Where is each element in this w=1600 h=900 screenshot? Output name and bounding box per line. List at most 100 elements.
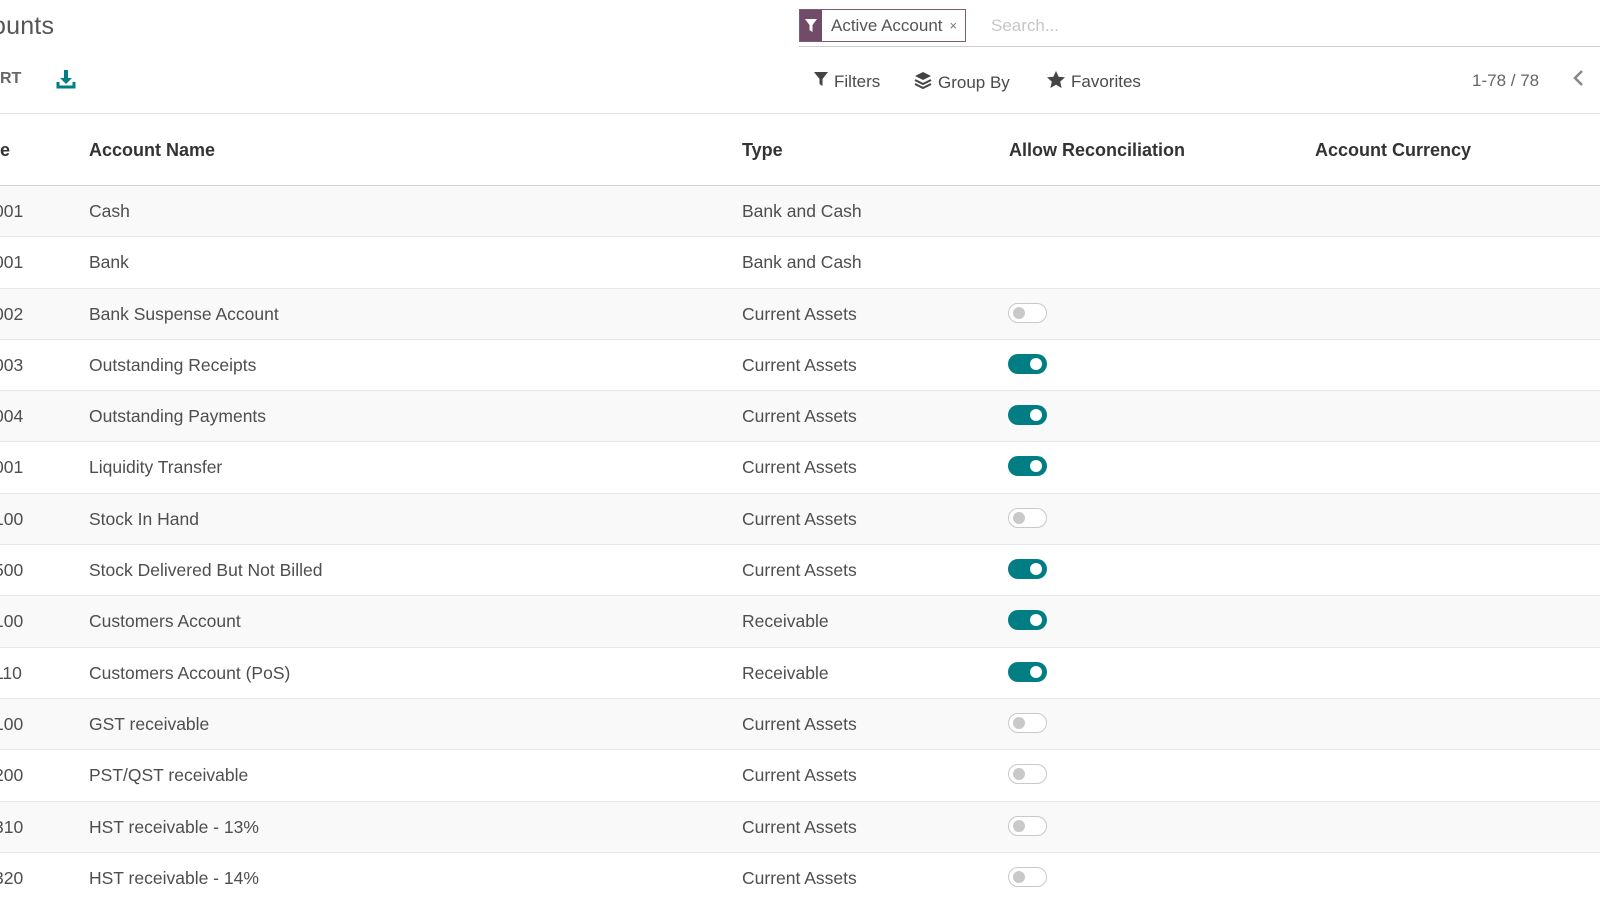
toggle-knob [1030,409,1042,422]
search-input[interactable] [991,13,1551,39]
allow-reconciliation-toggle[interactable] [1008,559,1047,580]
allow-reconciliation-toggle[interactable] [1008,302,1047,323]
table-row[interactable]: 001 Liquidity Transfer Current Assets [0,442,1600,494]
account-type: Current Assets [742,560,857,581]
account-code: 110 [0,662,22,683]
account-code: 001 [0,457,24,478]
column-header-account-currency[interactable]: Account Currency [1315,140,1471,161]
table-row[interactable]: 004 Outstanding Payments Current Assets [0,391,1600,443]
table-row[interactable]: 110 Customers Account (PoS) Receivable [0,648,1600,699]
toggle-knob [1013,870,1025,883]
account-type: Receivable [742,611,829,632]
account-type: Current Assets [742,867,857,888]
page-title: ounts [0,12,55,40]
table-row[interactable]: 310 HST receivable - 13% Current Assets [0,801,1600,853]
account-name: Stock Delivered But Not Billed [89,560,323,581]
account-name: HST receivable - 13% [89,816,259,837]
account-code: 100 [0,713,24,734]
account-name: Outstanding Receipts [89,354,257,375]
allow-reconciliation-toggle[interactable] [1008,764,1047,785]
toggle-knob [1013,819,1025,832]
layers-icon [914,71,938,94]
account-type: Current Assets [742,457,857,478]
table-row[interactable]: 100 GST receivable Current Assets [0,698,1600,751]
pager-value[interactable]: 1-78 / 78 [1472,71,1539,91]
filters-button[interactable]: Filters [814,71,880,92]
account-code: 310 [0,816,24,837]
allow-reconciliation-toggle[interactable] [1008,610,1047,631]
account-type: Bank and Cash [742,201,862,221]
search-facet-label: Active Account [831,15,943,35]
allow-reconciliation-toggle[interactable] [1008,456,1047,477]
account-type: Current Assets [742,508,857,529]
star-icon [1047,71,1071,93]
account-type: Current Assets [742,765,857,786]
account-name: Customers Account (PoS) [89,662,291,683]
account-code: 001 [0,252,24,273]
account-code: 100 [0,611,24,632]
account-name: PST/QST receivable [89,765,249,786]
toggle-knob [1030,665,1042,678]
toggle-knob [1013,306,1025,319]
toggle-knob [1013,511,1025,524]
account-name: HST receivable - 14% [89,867,259,888]
account-code: 003 [0,354,24,375]
toggle-knob [1013,716,1025,729]
close-icon[interactable]: × [950,18,966,33]
table-row[interactable]: 200 PST/QST receivable Current Assets [0,750,1600,802]
table-row[interactable]: 100 Stock In Hand Current Assets [0,493,1600,546]
toggle-knob [1013,768,1025,781]
column-header-account-name[interactable]: Account Name [89,140,215,161]
account-code: 002 [0,303,24,324]
account-name: Customers Account [89,611,241,632]
account-name: Liquidity Transfer [89,457,223,478]
allow-reconciliation-toggle[interactable] [1008,353,1047,374]
search-facet: Active Account × [799,9,967,42]
account-type: Bank and Cash [742,252,862,273]
export-button[interactable]: RT [0,70,21,88]
group-by-label: Group By [938,72,1010,92]
table-row[interactable]: 320 HST receivable - 14% Current Assets [0,853,1600,900]
account-name: Outstanding Payments [89,406,267,427]
column-header-type[interactable]: Type [742,140,783,161]
allow-reconciliation-toggle[interactable] [1008,405,1047,426]
table-row[interactable]: 100 Customers Account Receivable [0,596,1600,648]
allow-reconciliation-toggle[interactable] [1008,507,1047,528]
allow-reconciliation-toggle[interactable] [1008,661,1047,682]
search-bar: Active Account × [799,9,1600,47]
account-name: Stock In Hand [89,508,199,529]
table-row[interactable]: 002 Bank Suspense Account Current Assets [0,288,1600,340]
filter-icon [814,71,834,92]
toggle-knob [1030,460,1042,473]
account-type: Current Assets [742,713,857,734]
group-by-button[interactable]: Group By [914,71,1010,94]
allow-reconciliation-toggle[interactable] [1008,815,1047,836]
table-row[interactable]: 500 Stock Delivered But Not Billed Current… [0,545,1600,597]
account-type: Current Assets [742,303,857,324]
account-name: Cash [89,201,130,221]
toggle-knob [1030,614,1042,627]
account-code: 004 [0,406,24,427]
column-header-code[interactable]: e [0,140,10,161]
account-code: 100 [0,508,24,529]
account-type: Receivable [742,662,829,683]
favorites-label: Favorites [1071,72,1141,91]
table-row[interactable]: 001 Cash Bank and Cash [0,186,1600,238]
table-row[interactable]: 003 Outstanding Receipts Current Assets [0,340,1600,392]
column-header-allow-reconciliation[interactable]: Allow Reconciliation [1009,140,1185,161]
account-code: 500 [0,560,24,581]
table-header: e Account Name Type Allow Reconciliation… [0,113,1600,186]
chevron-left-icon[interactable] [1571,68,1589,90]
download-icon[interactable] [55,68,77,90]
allow-reconciliation-toggle[interactable] [1008,712,1047,733]
table-body: 001 Cash Bank and Cash 001 Bank Bank and Cash… [0,186,1600,900]
account-type: Current Assets [742,816,857,837]
favorites-button[interactable]: Favorites [1047,71,1141,93]
account-name: Bank [89,252,129,273]
allow-reconciliation-toggle[interactable] [1008,866,1047,887]
account-code: 001 [0,201,24,221]
table-row[interactable]: 001 Bank Bank and Cash [0,237,1600,289]
account-type: Current Assets [742,354,857,375]
account-type: Current Assets [742,406,857,427]
account-name: Bank Suspense Account [89,303,279,324]
